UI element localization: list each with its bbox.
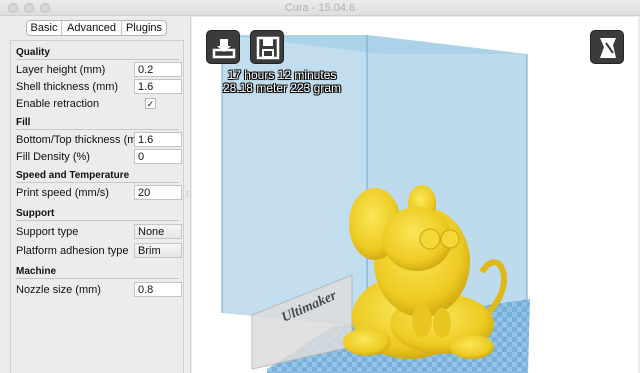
enable-retraction-checkbox[interactable]: ✓: [145, 98, 156, 109]
print-time-readout: 17 hours 12 minutes: [227, 68, 337, 82]
platform-adhesion-select[interactable]: Brim: [134, 243, 182, 258]
view-mode-icon: [600, 38, 616, 58]
panel-resize-handle[interactable]: ⁞: [186, 190, 190, 199]
print-speed-label: Print speed (mm/s): [16, 187, 109, 199]
section-support: Support: [16, 208, 55, 219]
divider: [16, 182, 179, 183]
divider: [16, 220, 179, 221]
load-model-button[interactable]: [206, 30, 240, 64]
divider: [16, 129, 179, 130]
fill-density-label: Fill Density (%): [16, 151, 90, 163]
tab-basic[interactable]: Basic: [27, 21, 62, 35]
settings-panel: Basic Advanced Plugins Quality Layer hei…: [0, 17, 191, 373]
section-speed-temperature: Speed and Temperature: [16, 170, 130, 181]
print-speed-input[interactable]: 20: [134, 185, 182, 200]
section-fill: Fill: [16, 117, 31, 128]
material-usage-readout: 28.18 meter 223 gram: [222, 81, 342, 95]
tab-advanced[interactable]: Advanced: [62, 21, 122, 35]
divider: [16, 278, 179, 279]
bottom-top-thickness-label: Bottom/Top thickness (mm): [16, 134, 150, 146]
fill-density-input[interactable]: 0: [134, 149, 182, 164]
bottom-top-thickness-input[interactable]: 1.6: [134, 132, 182, 147]
platform-adhesion-label: Platform adhesion type: [16, 245, 129, 257]
support-type-select[interactable]: None: [134, 224, 182, 239]
view-mode-button[interactable]: [590, 30, 624, 64]
window-title: Cura - 15.04.6: [284, 2, 356, 14]
enable-retraction-label: Enable retraction: [16, 98, 100, 110]
nozzle-size-label: Nozzle size (mm): [16, 284, 101, 296]
title-bar: Cura - 15.04.6: [0, 0, 640, 16]
save-gcode-button[interactable]: [250, 30, 284, 64]
save-gcode-icon: [256, 36, 280, 60]
layer-height-label: Layer height (mm): [16, 64, 106, 76]
nozzle-size-input[interactable]: 0.8: [134, 282, 182, 297]
shell-thickness-label: Shell thickness (mm): [16, 81, 119, 93]
layer-height-input[interactable]: 0.2: [134, 62, 182, 77]
section-quality: Quality: [16, 47, 50, 58]
3d-viewport[interactable]: Ultimaker 17 hours 12 minutes 28.18 mete…: [192, 17, 638, 373]
load-model-icon: [212, 39, 236, 59]
settings-tabs: Basic Advanced Plugins: [26, 20, 167, 36]
tab-plugins[interactable]: Plugins: [122, 21, 166, 35]
divider: [16, 59, 179, 60]
support-type-label: Support type: [16, 226, 79, 238]
shell-thickness-input[interactable]: 1.6: [134, 79, 182, 94]
basic-settings: Quality Layer height (mm) 0.2 Shell thic…: [10, 40, 184, 373]
section-machine: Machine: [16, 266, 57, 277]
